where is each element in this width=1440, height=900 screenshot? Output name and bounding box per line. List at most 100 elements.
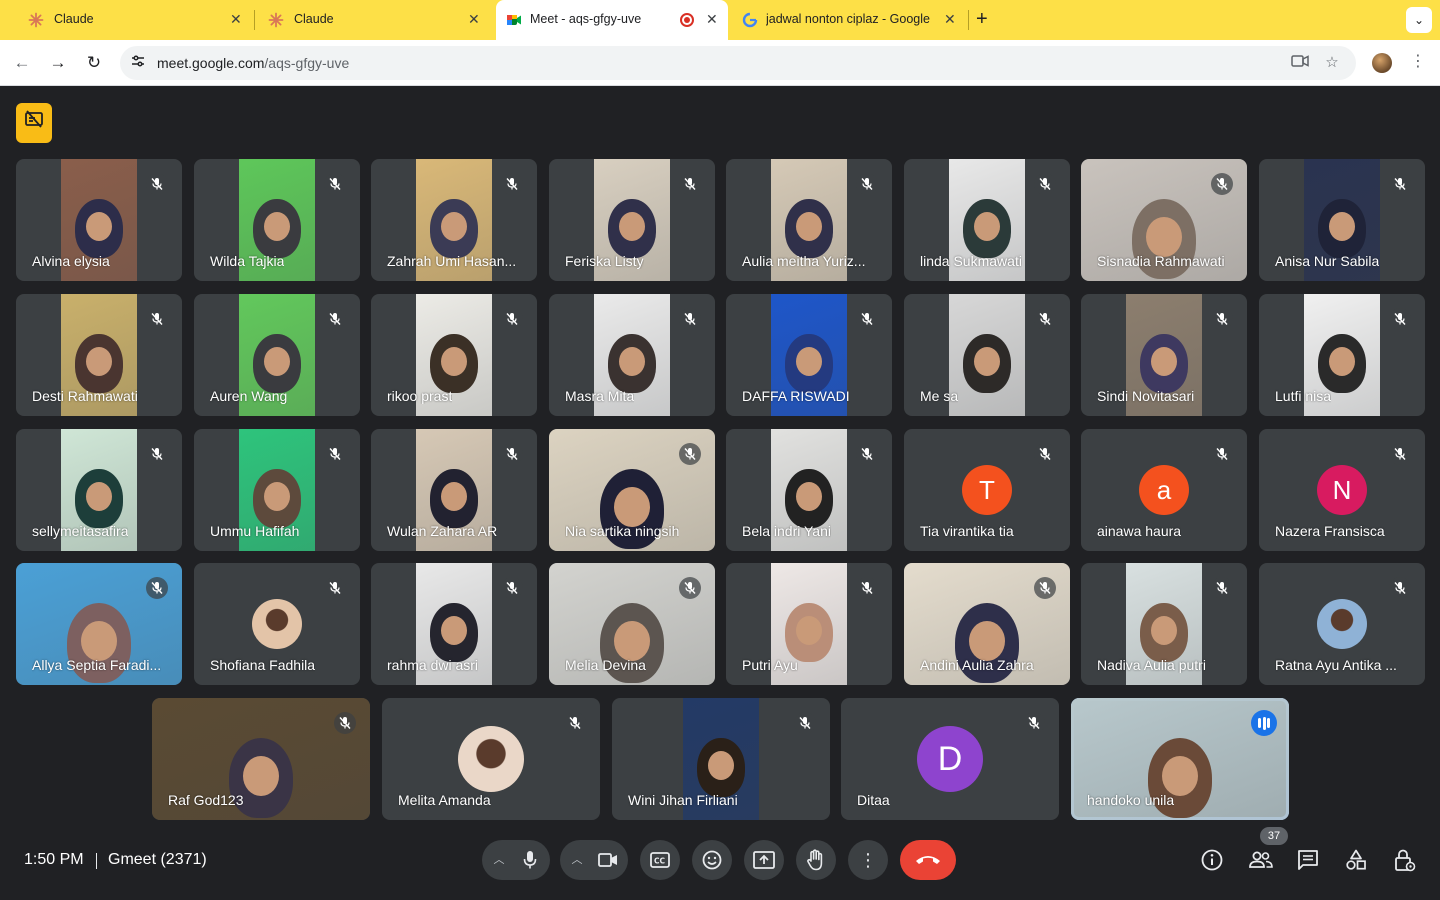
meeting-details-icon[interactable] <box>1200 848 1226 874</box>
participant-tile[interactable]: Sindi Novitasari <box>1081 294 1247 416</box>
mic-off-icon <box>501 577 523 599</box>
participant-tile[interactable]: DAFFA RISWADI <box>726 294 892 416</box>
profile-avatar[interactable] <box>1372 53 1392 73</box>
mic-off-icon <box>146 173 168 195</box>
participant-tile[interactable]: Melia Devina <box>549 563 715 685</box>
participant-tile[interactable]: Wulan Zahara AR <box>371 429 537 551</box>
people-icon[interactable] <box>1248 848 1274 874</box>
participant-figure <box>785 469 833 528</box>
camera-icon[interactable] <box>588 840 628 880</box>
close-tab-icon[interactable]: ✕ <box>468 11 480 28</box>
participant-count-badge: 37 <box>1260 827 1288 845</box>
participant-tile[interactable]: N Nazera Fransisca <box>1259 429 1425 551</box>
participant-tile[interactable]: Masra Mita <box>549 294 715 416</box>
forward-button[interactable]: → <box>46 51 70 75</box>
participant-name: Nazera Fransisca <box>1275 523 1385 539</box>
leave-call-button[interactable] <box>900 840 956 880</box>
mic-off-icon <box>679 443 701 465</box>
participant-tile[interactable]: T Tia virantika tia <box>904 429 1070 551</box>
captions-off-icon[interactable] <box>16 103 52 143</box>
bookmark-star-icon[interactable]: ☆ <box>1322 54 1342 74</box>
participant-tile[interactable]: Aulia meitha Yuriz... <box>726 159 892 281</box>
tab-search-button[interactable]: ⌄ <box>1406 7 1432 33</box>
participant-tile[interactable]: Melita Amanda <box>382 698 600 820</box>
participant-tile[interactable]: Auren Wang <box>194 294 360 416</box>
participant-tile[interactable]: a ainawa haura <box>1081 429 1247 551</box>
svg-text:CC: CC <box>654 857 666 866</box>
participant-name: Wini Jihan Firliani <box>628 792 738 808</box>
participant-tile[interactable]: Lutfi nisa <box>1259 294 1425 416</box>
participant-name: Zahrah Umi Hasan... <box>387 253 517 269</box>
participant-tile[interactable]: Andini Aulia Zahra <box>904 563 1070 685</box>
emoji-button[interactable] <box>692 840 732 880</box>
url-text: meet.google.com/aqs-gfgy-uve <box>157 55 349 71</box>
participant-tile[interactable]: rikoo prast <box>371 294 537 416</box>
participant-tile[interactable]: Ummu Hafifah <box>194 429 360 551</box>
host-controls-icon[interactable] <box>1392 848 1418 874</box>
more-vert-icon: ⋮ <box>859 850 877 870</box>
microphone-icon[interactable] <box>510 840 550 880</box>
raise-hand-button[interactable] <box>796 840 836 880</box>
participant-avatar: a <box>1139 465 1189 515</box>
mic-off-icon <box>1211 443 1233 465</box>
participant-tile[interactable]: Me sa <box>904 294 1070 416</box>
mic-off-icon <box>324 577 346 599</box>
participant-tile[interactable]: Putri Ayu <box>726 563 892 685</box>
recording-icon <box>680 13 694 27</box>
participant-tile[interactable]: sellymeitasafira <box>16 429 182 551</box>
tab-claude-1[interactable]: Claude ✕ <box>0 0 250 40</box>
participant-tile[interactable]: handoko unila <box>1071 698 1289 820</box>
tab-claude-2[interactable]: Claude ✕ <box>240 0 494 40</box>
tab-google-search[interactable]: jadwal nonton ciplaz - Google ✕ <box>730 0 966 40</box>
camera-in-use-icon[interactable] <box>1290 54 1310 74</box>
captions-button[interactable]: CC <box>640 840 680 880</box>
browser-toolbar: ← → ↻ meet.google.com/aqs-gfgy-uve ☆ ⋮ <box>0 40 1440 86</box>
closed-captions-icon: CC <box>640 840 680 880</box>
close-tab-icon[interactable]: ✕ <box>706 11 718 28</box>
participant-tile[interactable]: Feriska Listy <box>549 159 715 281</box>
site-settings-icon[interactable] <box>128 53 148 73</box>
mic-off-icon <box>1034 577 1056 599</box>
participant-tile[interactable]: Sisnadia Rahmawati <box>1081 159 1247 281</box>
participant-face <box>614 620 650 661</box>
participant-figure <box>430 199 478 258</box>
activities-icon[interactable] <box>1344 848 1370 874</box>
new-tab-button[interactable]: + <box>976 8 988 31</box>
participant-tile[interactable]: D Ditaa <box>841 698 1059 820</box>
participant-name: Andini Aulia Zahra <box>920 657 1034 673</box>
participant-tile[interactable]: Nadiva Aulia putri <box>1081 563 1247 685</box>
participant-tile[interactable]: Desti Rahmawati <box>16 294 182 416</box>
participant-tile[interactable]: Allya Septia Faradi... <box>16 563 182 685</box>
participant-tile[interactable]: Shofiana Fadhila <box>194 563 360 685</box>
participant-tile[interactable]: linda Sukmawati <box>904 159 1070 281</box>
participant-tile[interactable]: Ratna Ayu Antika ... <box>1259 563 1425 685</box>
reload-button[interactable]: ↻ <box>82 51 106 75</box>
chat-icon[interactable] <box>1296 848 1322 874</box>
back-button[interactable]: ← <box>10 51 34 75</box>
participant-name: Desti Rahmawati <box>32 388 138 404</box>
participant-tile[interactable]: Wini Jihan Firliani <box>612 698 830 820</box>
mic-off-icon <box>1389 443 1411 465</box>
participant-tile[interactable]: Zahrah Umi Hasan... <box>371 159 537 281</box>
mic-off-icon <box>324 173 346 195</box>
more-options-button[interactable]: ⋮ <box>848 840 888 880</box>
participant-tile[interactable]: Alvina elysia <box>16 159 182 281</box>
participant-tile[interactable]: rahma dwi asri <box>371 563 537 685</box>
participant-tile[interactable]: Raf God123 <box>152 698 370 820</box>
participant-tile[interactable]: Wilda Tajkia <box>194 159 360 281</box>
browser-menu-icon[interactable]: ⋮ <box>1410 51 1426 71</box>
present-screen-button[interactable] <box>744 840 784 880</box>
tab-google-meet[interactable]: Meet - aqs-gfgy-uve ✕ <box>496 0 728 40</box>
url-path: /aqs-gfgy-uve <box>264 55 350 71</box>
participant-tile[interactable]: Nia sartika ningsih <box>549 429 715 551</box>
tab-label: jadwal nonton ciplaz - Google <box>766 12 930 26</box>
address-bar[interactable]: meet.google.com/aqs-gfgy-uve ☆ <box>120 46 1356 80</box>
close-tab-icon[interactable]: ✕ <box>944 11 956 28</box>
participant-name: Ratna Ayu Antika ... <box>1275 657 1397 673</box>
participant-figure <box>75 199 123 258</box>
tab-label: Meet - aqs-gfgy-uve <box>530 12 642 26</box>
participant-tile[interactable]: Anisa Nur Sabila <box>1259 159 1425 281</box>
participant-face <box>243 755 279 796</box>
participant-figure <box>785 334 833 393</box>
participant-tile[interactable]: Bela indri Yani <box>726 429 892 551</box>
